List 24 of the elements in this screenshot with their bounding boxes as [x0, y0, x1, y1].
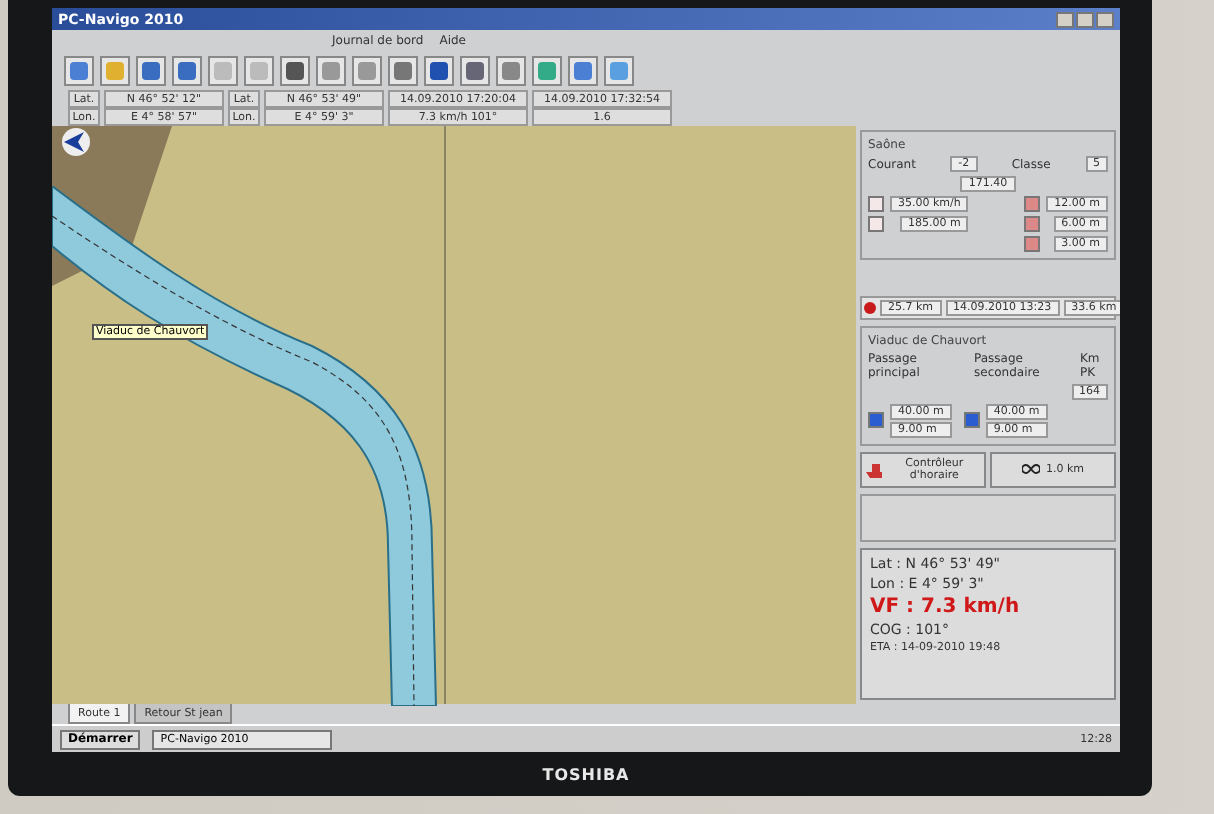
- infinity-icon: [1021, 464, 1040, 475]
- toolbar-icon[interactable]: [208, 55, 238, 85]
- toolbar-icon[interactable]: [424, 55, 454, 85]
- close-button[interactable]: [1096, 11, 1114, 27]
- toolbar-icon[interactable]: [100, 55, 130, 85]
- toolbar-icon[interactable]: [388, 55, 418, 85]
- minimize-button[interactable]: [1056, 11, 1074, 27]
- toolbar-icon[interactable]: [316, 55, 346, 85]
- toolbar-icon[interactable]: [568, 55, 598, 85]
- toolbar-icon[interactable]: [352, 55, 382, 85]
- toolbar-icon[interactable]: [532, 55, 562, 85]
- toolbar-icon[interactable]: [460, 55, 490, 85]
- speed-text: VF : 7.3 km/h: [870, 596, 1022, 618]
- toolbar-icon[interactable]: [496, 55, 526, 85]
- toolbar-icon[interactable]: [172, 55, 202, 85]
- brand-logo: TOSHIBA: [542, 765, 630, 783]
- compass-icon: [62, 128, 90, 156]
- maximize-button[interactable]: [1076, 11, 1094, 27]
- start-marker-icon: [864, 301, 876, 314]
- toolbar-icon[interactable]: [604, 55, 634, 85]
- toolbar-icon[interactable]: [280, 55, 310, 85]
- toolbar-icon[interactable]: [136, 55, 166, 85]
- toolbar-icon[interactable]: [244, 55, 274, 85]
- toolbar-icon[interactable]: [64, 55, 94, 85]
